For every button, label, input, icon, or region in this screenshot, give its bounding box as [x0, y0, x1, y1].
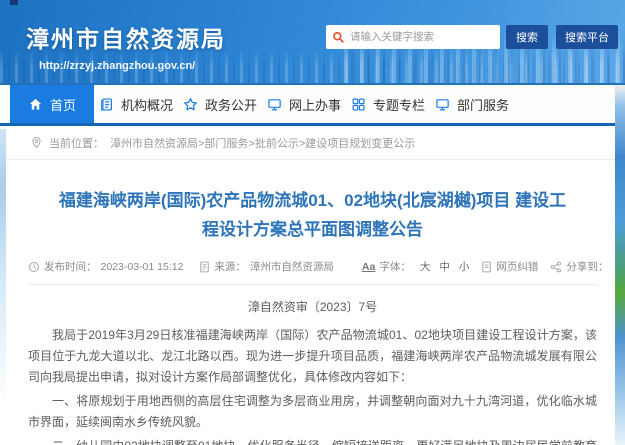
document-number: 漳自然资审〔2023〕7号 [247, 300, 378, 314]
publish-label: 发布时间： [44, 261, 97, 273]
breadcrumb-label: 当前位置： [49, 137, 104, 150]
article: 福建海峡两岸(国际)农产品物流城01、02地块(北宸湖樾)项目 建设工程设计方案… [0, 186, 625, 445]
search-platform-button[interactable]: 搜索平台 [556, 25, 618, 49]
background-edge-left [0, 129, 6, 445]
document-icon [200, 261, 210, 272]
correction-icon [482, 261, 492, 272]
share-label: 分享到： [566, 261, 609, 273]
aa-icon: Aa [361, 260, 376, 273]
site-url: http://zrzyj.zhangzhou.gov.cn/ [39, 60, 196, 72]
paragraph: 我局于2019年3月29日核准福建海峡两岸（国际）农产品物流城01、02地块项目… [28, 328, 597, 384]
search-box[interactable] [326, 25, 500, 49]
paragraph: 一、将原规划于用地西侧的高层住宅调整为多层商业用房，并调整朝向面对九十九湾河道，… [28, 394, 597, 429]
share-icon [550, 261, 562, 272]
nav-item-home[interactable]: 首页 [10, 85, 94, 123]
nav-label: 首页 [49, 97, 76, 113]
nav-label: 政务公开 [204, 97, 257, 113]
nav-label: 部门服务 [456, 97, 509, 113]
nav-item-online-services[interactable]: 网上办事 [262, 85, 346, 123]
nav-item-special-columns[interactable]: 专题专栏 [346, 85, 430, 123]
location-pin-icon [32, 136, 41, 149]
source-value: 漳州市自然资源局 [249, 261, 334, 273]
breadcrumb-path[interactable]: 漳州市自然资源局>部门服务>批前公示>建设项目规划变更公示 [110, 135, 415, 151]
share-group: 分享到： [550, 259, 625, 274]
site-brand: 漳州市自然资源局 http://zrzyj.zhangzhou.gov.cn/ [26, 20, 226, 72]
search-input[interactable] [350, 31, 494, 43]
breadcrumb: 当前位置： 漳州市自然资源局>部门服务>批前公示>建设项目规划变更公示 [0, 126, 625, 160]
source-label: 来源： [214, 261, 246, 273]
site-title: 漳州市自然资源局 [26, 26, 226, 52]
search-button[interactable]: 搜索 [506, 25, 548, 49]
correction-label: 网页纠错 [496, 261, 539, 273]
nav-label: 机构概况 [120, 97, 173, 113]
publish-value: 2023-03-01 15:12 [100, 260, 184, 273]
article-meta-bar: 发布时间： 2023-03-01 15:12 来源： 漳州市自然资源局 Aa 字体：… [28, 259, 625, 285]
nav-label: 专题专栏 [372, 97, 425, 113]
site-header: 漳州市自然资源局 http://zrzyj.zhangzhou.gov.cn/ … [0, 0, 625, 85]
nav-item-department-services[interactable]: 部门服务 [430, 85, 514, 123]
nav-label: 网上办事 [288, 97, 341, 113]
font-size-control: Aa 字体： 大 中 小 [362, 259, 469, 274]
main-nav: 首页 机构概况 政务公开 网上办事 专题专栏 部门服务 [0, 85, 625, 126]
page-correction-link[interactable]: 网页纠错 [481, 259, 538, 274]
monitor-icon [435, 97, 450, 112]
article-body: 漳自然资审〔2023〕7号 我局于2019年3月29日核准福建海峡两岸（国际）农… [28, 297, 597, 445]
monitor-icon [267, 97, 282, 112]
grid-icon [351, 97, 366, 112]
nav-item-gov-info[interactable]: 政务公开 [178, 85, 262, 123]
search-icon [333, 31, 344, 43]
font-label: 字体： [379, 261, 411, 273]
header-search: 搜索 搜索平台 [326, 25, 618, 49]
font-size-medium[interactable]: 中 [439, 259, 450, 274]
font-size-large[interactable]: 大 [420, 259, 431, 274]
nav-item-org[interactable]: 机构概况 [94, 85, 178, 123]
page-title: 福建海峡两岸(国际)农产品物流城01、02地块(北宸湖樾)项目 建设工程设计方案… [58, 191, 567, 239]
font-size-small[interactable]: 小 [459, 259, 470, 274]
paragraph: 二、幼儿园由02地块调整至01地块，优化服务半径，缩短接送距离，更好满足地块及周… [28, 436, 597, 445]
window-artifact [10, 0, 18, 5]
meta-right: Aa 字体： 大 中 小 网页纠错 分享到： [350, 259, 625, 274]
meta-left: 发布时间： 2023-03-01 15:12 来源： 漳州市自然资源局 [28, 259, 350, 274]
background-edge-right [615, 85, 625, 445]
source: 来源： 漳州市自然资源局 [199, 259, 334, 274]
star-icon [183, 97, 198, 112]
publish-time: 发布时间： 2023-03-01 15:12 [28, 259, 183, 274]
org-icon [99, 97, 114, 112]
clock-icon [28, 261, 40, 272]
home-icon [28, 97, 43, 112]
